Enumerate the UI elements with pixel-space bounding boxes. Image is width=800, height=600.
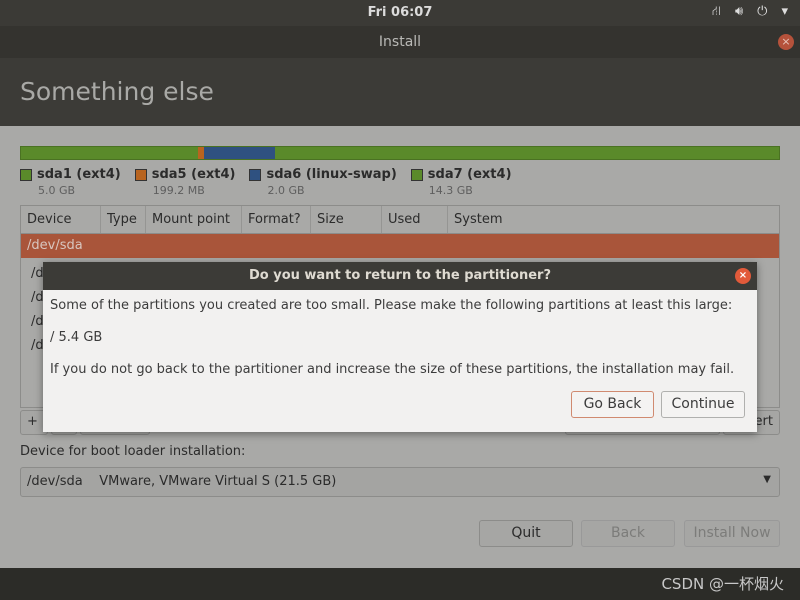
partition-segment-sda5 xyxy=(197,147,205,159)
legend-size: 199.2 MB xyxy=(152,184,205,197)
column-mount-point[interactable]: Mount point xyxy=(146,206,242,233)
dialog-title: Do you want to return to the partitioner… xyxy=(248,268,552,283)
column-system[interactable]: System xyxy=(448,206,779,233)
legend-name: sda7 (ext4) xyxy=(427,167,512,182)
top-panel: Fri 06:07 ⛙ 🔊︎ ⏻ ▾ xyxy=(0,0,800,26)
clock[interactable]: Fri 06:07 xyxy=(0,5,800,20)
boot-loader-value: /dev/sda VMware, VMware Virtual S (21.5 … xyxy=(27,474,337,489)
watermark: CSDN @一杯烟火 xyxy=(661,575,784,593)
partition-segment-sda6 xyxy=(204,147,275,159)
column-device[interactable]: Device xyxy=(21,206,101,233)
legend-size: 5.0 GB xyxy=(38,184,76,197)
dialog-titlebar: Do you want to return to the partitioner… xyxy=(43,262,757,290)
partition-bar xyxy=(20,146,780,160)
swatch xyxy=(410,168,423,181)
dialog-message: Some of the partitions you created are t… xyxy=(50,298,733,313)
page-title: Something else xyxy=(20,77,214,106)
return-to-partitioner-dialog: Do you want to return to the partitioner… xyxy=(43,262,757,432)
partition-segment-sda1 xyxy=(21,147,198,159)
swatch xyxy=(134,168,147,181)
boot-loader-label: Device for boot loader installation: xyxy=(20,444,246,459)
chevron-down-icon[interactable]: ▾ xyxy=(781,4,788,21)
dialog-partition-requirement: / 5.4 GB xyxy=(50,330,103,345)
boot-loader-select[interactable]: /dev/sda VMware, VMware Virtual S (21.5 … xyxy=(20,467,780,497)
dialog-close-button[interactable]: × xyxy=(735,268,751,284)
legend-name: sda6 (linux-swap) xyxy=(266,167,397,182)
back-button[interactable]: Back xyxy=(581,520,675,547)
quit-button[interactable]: Quit xyxy=(479,520,573,547)
legend-item: sda6 (linux-swap) 2.0 GB xyxy=(249,167,397,197)
network-icon[interactable]: ⛙ xyxy=(712,4,721,21)
legend-item: sda5 (ext4) 199.2 MB xyxy=(134,167,236,197)
dropdown-arrow-icon: ▼ xyxy=(763,474,771,485)
page-header: Something else xyxy=(0,58,800,126)
legend-item: sda1 (ext4) 5.0 GB xyxy=(20,167,121,197)
partition-legend: sda1 (ext4) 5.0 GB sda5 (ext4) 199.2 MB sd… xyxy=(20,167,526,197)
dialog-warning: If you do not go back to the partitioner… xyxy=(50,362,735,377)
go-back-button[interactable]: Go Back xyxy=(571,391,654,418)
volume-icon[interactable]: 🔊︎ xyxy=(735,4,743,21)
window-title: Install xyxy=(378,34,422,50)
table-row-selected[interactable]: /dev/sda xyxy=(21,234,779,258)
column-size[interactable]: Size xyxy=(311,206,382,233)
install-now-button[interactable]: Install Now xyxy=(684,520,780,547)
legend-size: 2.0 GB xyxy=(267,184,305,197)
partition-segment-sda7 xyxy=(274,147,779,159)
column-type[interactable]: Type xyxy=(101,206,146,233)
legend-item: sda7 (ext4) 14.3 GB xyxy=(410,167,512,197)
window-titlebar: Install × xyxy=(0,26,800,58)
swatch xyxy=(20,168,32,181)
swatch xyxy=(249,168,262,181)
legend-size: 14.3 GB xyxy=(428,184,473,197)
column-used[interactable]: Used xyxy=(382,206,448,233)
bottom-strip: CSDN @一杯烟火 xyxy=(0,568,800,600)
continue-button[interactable]: Continue xyxy=(661,391,745,418)
legend-name: sda1 (ext4) xyxy=(37,167,121,182)
window-close-button[interactable]: × xyxy=(778,34,794,50)
column-format[interactable]: Format? xyxy=(242,206,311,233)
power-icon[interactable]: ⏻ xyxy=(757,4,767,21)
legend-name: sda5 (ext4) xyxy=(151,167,236,182)
